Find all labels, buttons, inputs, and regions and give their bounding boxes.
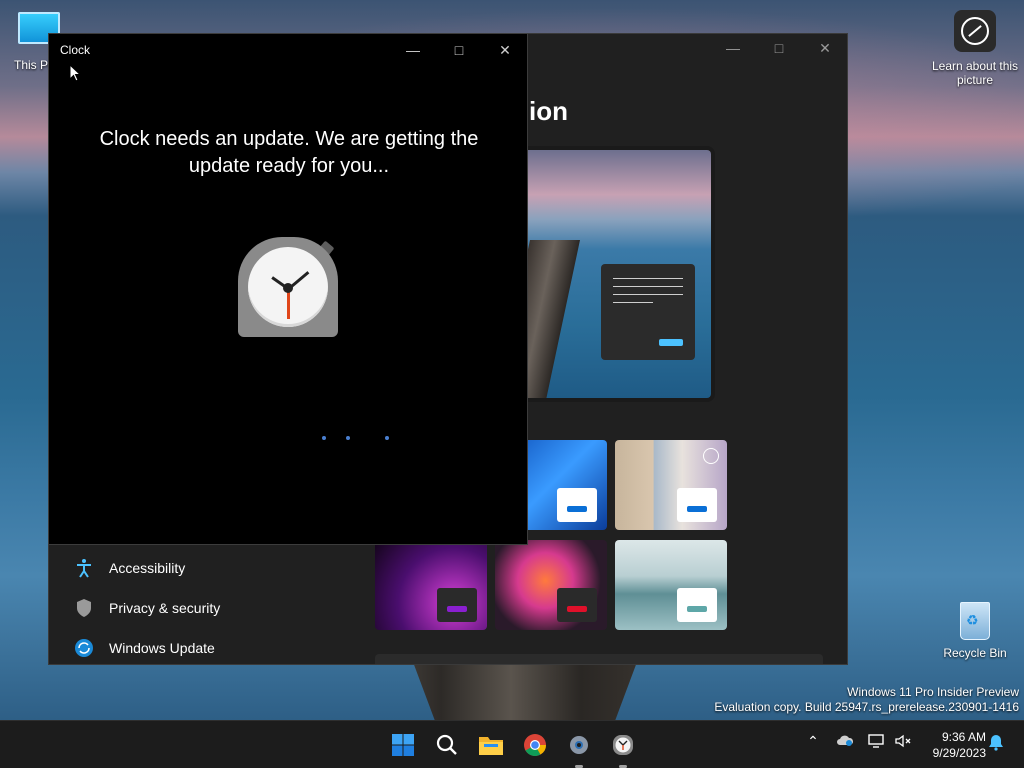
system-date: 9/29/2023 xyxy=(932,746,986,760)
clock-maximize-button[interactable]: □ xyxy=(439,40,479,60)
clock-window-title: Clock xyxy=(60,43,91,57)
settings-maximize-button[interactable]: □ xyxy=(759,40,799,60)
nav-accessibility[interactable]: Accessibility xyxy=(73,553,185,583)
nav-privacy-security[interactable]: Privacy & security xyxy=(73,593,220,623)
loading-dot xyxy=(322,436,326,440)
onedrive-icon[interactable] xyxy=(835,733,855,753)
recycle-bin-label[interactable]: Recycle Bin xyxy=(938,646,1012,660)
nav-privacy-security-label: Privacy & security xyxy=(109,600,221,616)
shield-icon xyxy=(73,597,95,619)
wallpaper-pier xyxy=(413,662,637,722)
update-message: Clock needs an update. We are getting th… xyxy=(99,128,479,177)
nav-windows-update[interactable]: Windows Update xyxy=(73,633,215,663)
settings-minimize-button[interactable]: — xyxy=(713,40,753,60)
theme-thumbnail-glow[interactable] xyxy=(375,540,487,630)
clock-app-taskbar-icon[interactable] xyxy=(609,731,637,759)
clock-window[interactable]: Clock — □ ✕ Clock needs an update. We ar… xyxy=(48,33,528,545)
mouse-cursor-icon xyxy=(69,64,81,82)
settings-card-edge xyxy=(375,654,823,664)
spotlight-icon xyxy=(703,448,719,464)
network-icon[interactable] xyxy=(866,733,886,753)
watermark-build: Evaluation copy. Build 25947.rs_prerelea… xyxy=(714,700,1019,714)
settings-page-title: ion xyxy=(529,96,568,126)
settings-icon[interactable] xyxy=(565,731,593,759)
theme-thumbnail-flower[interactable] xyxy=(615,440,727,530)
start-icon[interactable] xyxy=(389,731,417,759)
preview-dialog xyxy=(601,264,695,360)
recycle-bin-icon[interactable]: ♻ xyxy=(956,598,992,640)
taskbar: ⌃ 9:36 AM 9/29/2023 xyxy=(0,720,1024,768)
clock-minimize-button[interactable]: — xyxy=(393,40,433,60)
clock-close-button[interactable]: ✕ xyxy=(485,40,525,60)
learn-about-picture-icon[interactable] xyxy=(954,10,996,52)
file-explorer-icon[interactable] xyxy=(477,731,505,759)
theme-thumbnail-flow[interactable] xyxy=(615,540,727,630)
system-clock[interactable]: 9:36 AM 9/29/2023 xyxy=(920,729,986,761)
theme-thumbnail-captured-motion[interactable] xyxy=(495,540,607,630)
nav-windows-update-label: Windows Update xyxy=(109,640,215,656)
loading-dot xyxy=(346,436,350,440)
accessibility-icon xyxy=(73,557,95,579)
settings-close-button[interactable]: ✕ xyxy=(805,40,845,60)
clock-app-icon xyxy=(238,237,340,339)
learn-about-picture-label[interactable]: Learn about this picture xyxy=(930,59,1020,87)
search-icon[interactable] xyxy=(433,731,461,759)
evaluation-watermark: Windows 11 Pro Insider Preview Evaluatio… xyxy=(714,685,1019,715)
chrome-icon[interactable] xyxy=(521,731,549,759)
notification-bell-icon[interactable] xyxy=(986,733,1006,753)
windows-update-icon xyxy=(73,637,95,659)
loading-dot xyxy=(385,436,389,440)
system-time: 9:36 AM xyxy=(941,730,986,744)
nav-accessibility-label: Accessibility xyxy=(109,560,186,576)
show-hidden-icons-chevron-icon[interactable]: ⌃ xyxy=(803,733,823,753)
volume-muted-icon[interactable] xyxy=(893,733,913,753)
watermark-edition: Windows 11 Pro Insider Preview xyxy=(847,685,1019,699)
